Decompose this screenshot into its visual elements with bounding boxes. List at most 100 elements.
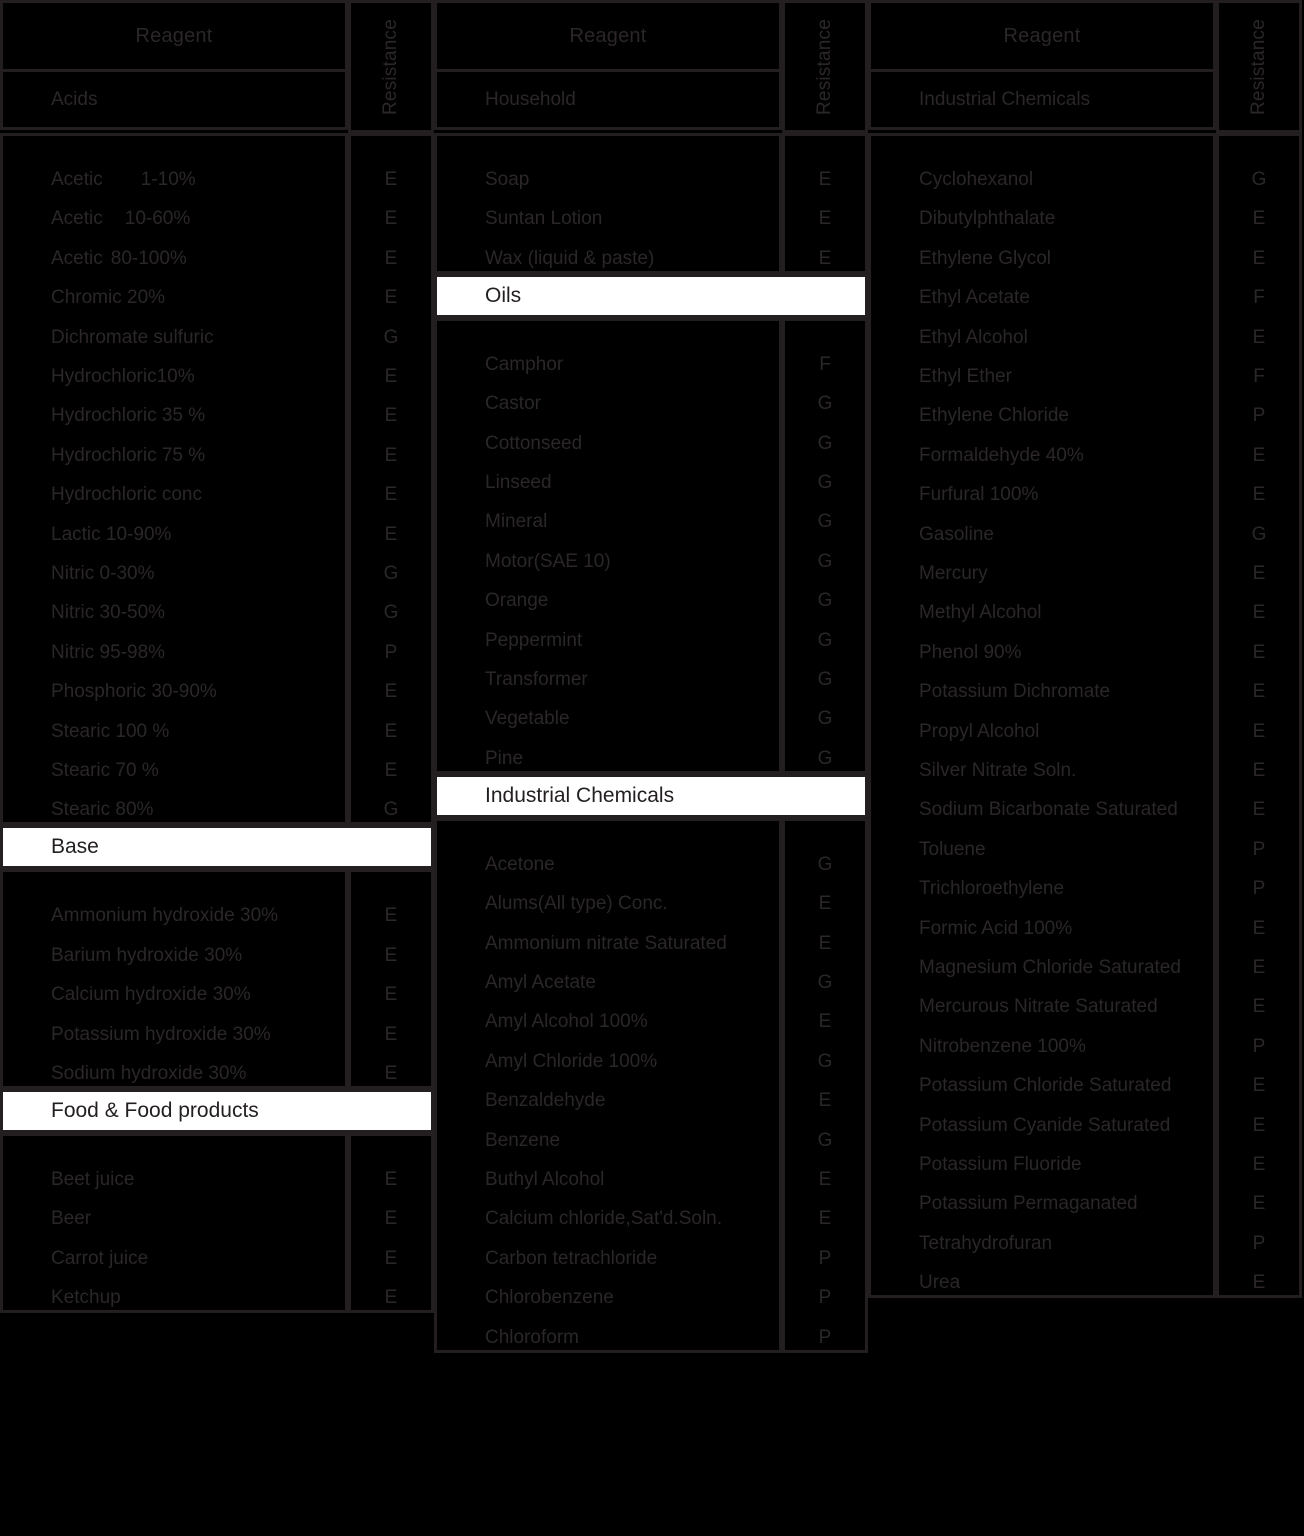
- resistance-grade: E: [384, 366, 398, 387]
- table-row: Sodium Bicarbonate Saturated: [919, 799, 1178, 821]
- resistance-grade: E: [384, 681, 398, 703]
- table-row: Lactic 10-90%: [51, 523, 172, 545]
- table-row: Ethylene Chloride: [919, 405, 1069, 427]
- resistance-grade: E: [1252, 996, 1266, 1018]
- table-row: Methyl Alcohol: [919, 602, 1042, 624]
- reagent-column-group-3: Reagent Industrial Chemicals Resistance Cyc…: [868, 0, 1302, 1299]
- table-row: Amyl Acetate: [485, 971, 596, 993]
- table-row: Acetone: [485, 853, 555, 875]
- resistance-grade: E: [1252, 208, 1266, 230]
- resistance-grade: G: [817, 629, 833, 651]
- table-row: Stearic 100 %: [51, 720, 170, 742]
- resistance-grade: E: [1252, 1075, 1266, 1097]
- table-row: Benzaldehyde: [485, 1090, 606, 1112]
- table-row: Soap: [485, 169, 530, 190]
- table-row: Carbon tetrachloride: [485, 1247, 658, 1269]
- table-row: Formaldehyde 40%: [919, 444, 1084, 466]
- resistance-grade-cell-oils: FGGGGGGGGGG: [782, 317, 868, 774]
- table-row: Barium hydroxide 30%: [51, 944, 243, 966]
- table-row: Cottonseed: [485, 432, 583, 454]
- table-row: Amyl Alcohol 100%: [485, 1011, 648, 1033]
- resistance-grade: F: [819, 353, 831, 375]
- resistance-grade: E: [384, 1062, 398, 1084]
- resistance-column-title: Resistance: [380, 18, 401, 115]
- resistance-grade-cell-acids: EEEEGEEEEEGGPEEEG: [348, 133, 434, 826]
- resistance-column-header-cell: Resistance: [782, 0, 868, 133]
- table-row: Wax (liquid & paste): [485, 247, 655, 269]
- header-left-stack: Reagent Acids: [0, 0, 348, 133]
- table-row: Potassium hydroxide 30%: [51, 1023, 271, 1045]
- resistance-grade: P: [1252, 878, 1266, 900]
- table-row: Phenol 90%: [919, 641, 1022, 663]
- resistance-grade: E: [384, 760, 398, 781]
- table-row: Suntan Lotion: [485, 208, 603, 230]
- table-row: Ethyl Ether: [919, 366, 1012, 387]
- resistance-grade: G: [1251, 169, 1267, 190]
- resistance-grade-cell-household: EEE: [782, 133, 868, 274]
- resistance-grade: E: [1252, 720, 1266, 742]
- resistance-grade: G: [1251, 523, 1267, 545]
- column-header-band: Reagent Acids Resistance: [0, 0, 434, 133]
- table-row: Beer: [51, 1208, 92, 1230]
- resistance-grade: E: [1252, 1114, 1266, 1136]
- resistance-grade: G: [817, 747, 833, 769]
- resistance-grade: E: [1252, 563, 1266, 584]
- section-subheader-label: Household: [485, 88, 576, 110]
- section-subheader-cell: Acids: [0, 72, 348, 130]
- table-row: Orange: [485, 590, 549, 612]
- resistance-grade: G: [817, 1129, 833, 1151]
- table-row: Formic Acid 100%: [919, 917, 1073, 939]
- section-rows-household: Soap Suntan Lotion Wax (liquid & paste) E E E: [434, 133, 868, 274]
- header-left-stack: Reagent Industrial Chemicals: [868, 0, 1216, 133]
- resistance-grade-cell-food: EEEE: [348, 1132, 434, 1314]
- table-row: Potassium Permaganated: [919, 1193, 1138, 1215]
- reagent-column-title: Reagent: [569, 24, 647, 47]
- reagent-name-cell-oils: Camphor Castor Cottonseed Linseed Mineral Mot…: [434, 317, 782, 774]
- resistance-grade: E: [818, 247, 832, 269]
- table-row: Chromic 20%: [51, 287, 166, 309]
- resistance-grade: G: [817, 432, 833, 454]
- resistance-grade: E: [1252, 957, 1266, 978]
- reagent-concentration: 10-60%: [124, 208, 191, 230]
- table-row: Magnesium Chloride Saturated: [919, 957, 1181, 978]
- reagent-concentration: 1-10%: [140, 169, 196, 190]
- table-row: Hydrochloric 75 %: [51, 444, 206, 466]
- table-row: Furfural 100%: [919, 484, 1039, 506]
- table-row: Castor: [485, 393, 541, 415]
- resistance-grade: G: [817, 550, 833, 572]
- section-subheader-label: Industrial Chemicals: [919, 88, 1091, 110]
- resistance-grade: E: [1252, 1154, 1266, 1175]
- resistance-grade: P: [1252, 1035, 1266, 1057]
- resistance-grade: E: [1252, 760, 1266, 781]
- table-row: Hydrochloric 35 %: [51, 405, 206, 427]
- resistance-grade: P: [1252, 838, 1266, 860]
- section-header-bar-industrial-chemicals-2: Industrial Chemicals: [434, 773, 868, 818]
- table-row: Alums(All type) Conc.: [485, 893, 668, 915]
- resistance-grade: F: [1253, 287, 1265, 309]
- resistance-grade: G: [817, 511, 833, 533]
- table-row: Acetic 1-10%: [51, 170, 196, 189]
- table-row: Potassium Dichromate: [919, 681, 1111, 703]
- reagent-column-group-1: Reagent Acids Resistance Acetic 1-10% Acetic 1…: [0, 0, 434, 1314]
- resistance-grade: E: [1252, 1272, 1266, 1294]
- resistance-grade: E: [384, 208, 398, 230]
- resistance-grade: P: [1252, 405, 1266, 427]
- section-rows-base: Ammonium hydroxide 30% Barium hydroxide 3…: [0, 869, 434, 1089]
- table-row: Toluene: [919, 838, 986, 860]
- resistance-grade: E: [1252, 247, 1266, 269]
- resistance-column-header-cell: Resistance: [348, 0, 434, 133]
- table-row: Beet juice: [51, 1168, 135, 1190]
- table-row: Sodium hydroxide 30%: [51, 1062, 247, 1084]
- resistance-grade: G: [817, 668, 833, 690]
- resistance-grade: E: [384, 484, 398, 506]
- reagent-name-cell-base: Ammonium hydroxide 30% Barium hydroxide 3…: [0, 869, 348, 1089]
- table-row: Carrot juice: [51, 1247, 149, 1269]
- column-header-band: Reagent Household Resistance: [434, 0, 868, 133]
- resistance-grade: E: [384, 1168, 398, 1190]
- resistance-grade: E: [1252, 681, 1266, 703]
- header-left-stack: Reagent Household: [434, 0, 782, 133]
- section-subheader-cell: Household: [434, 72, 782, 130]
- resistance-grade: P: [384, 641, 398, 663]
- table-row: Phosphoric 30-90%: [51, 681, 217, 703]
- table-row: Chloroform: [485, 1326, 579, 1348]
